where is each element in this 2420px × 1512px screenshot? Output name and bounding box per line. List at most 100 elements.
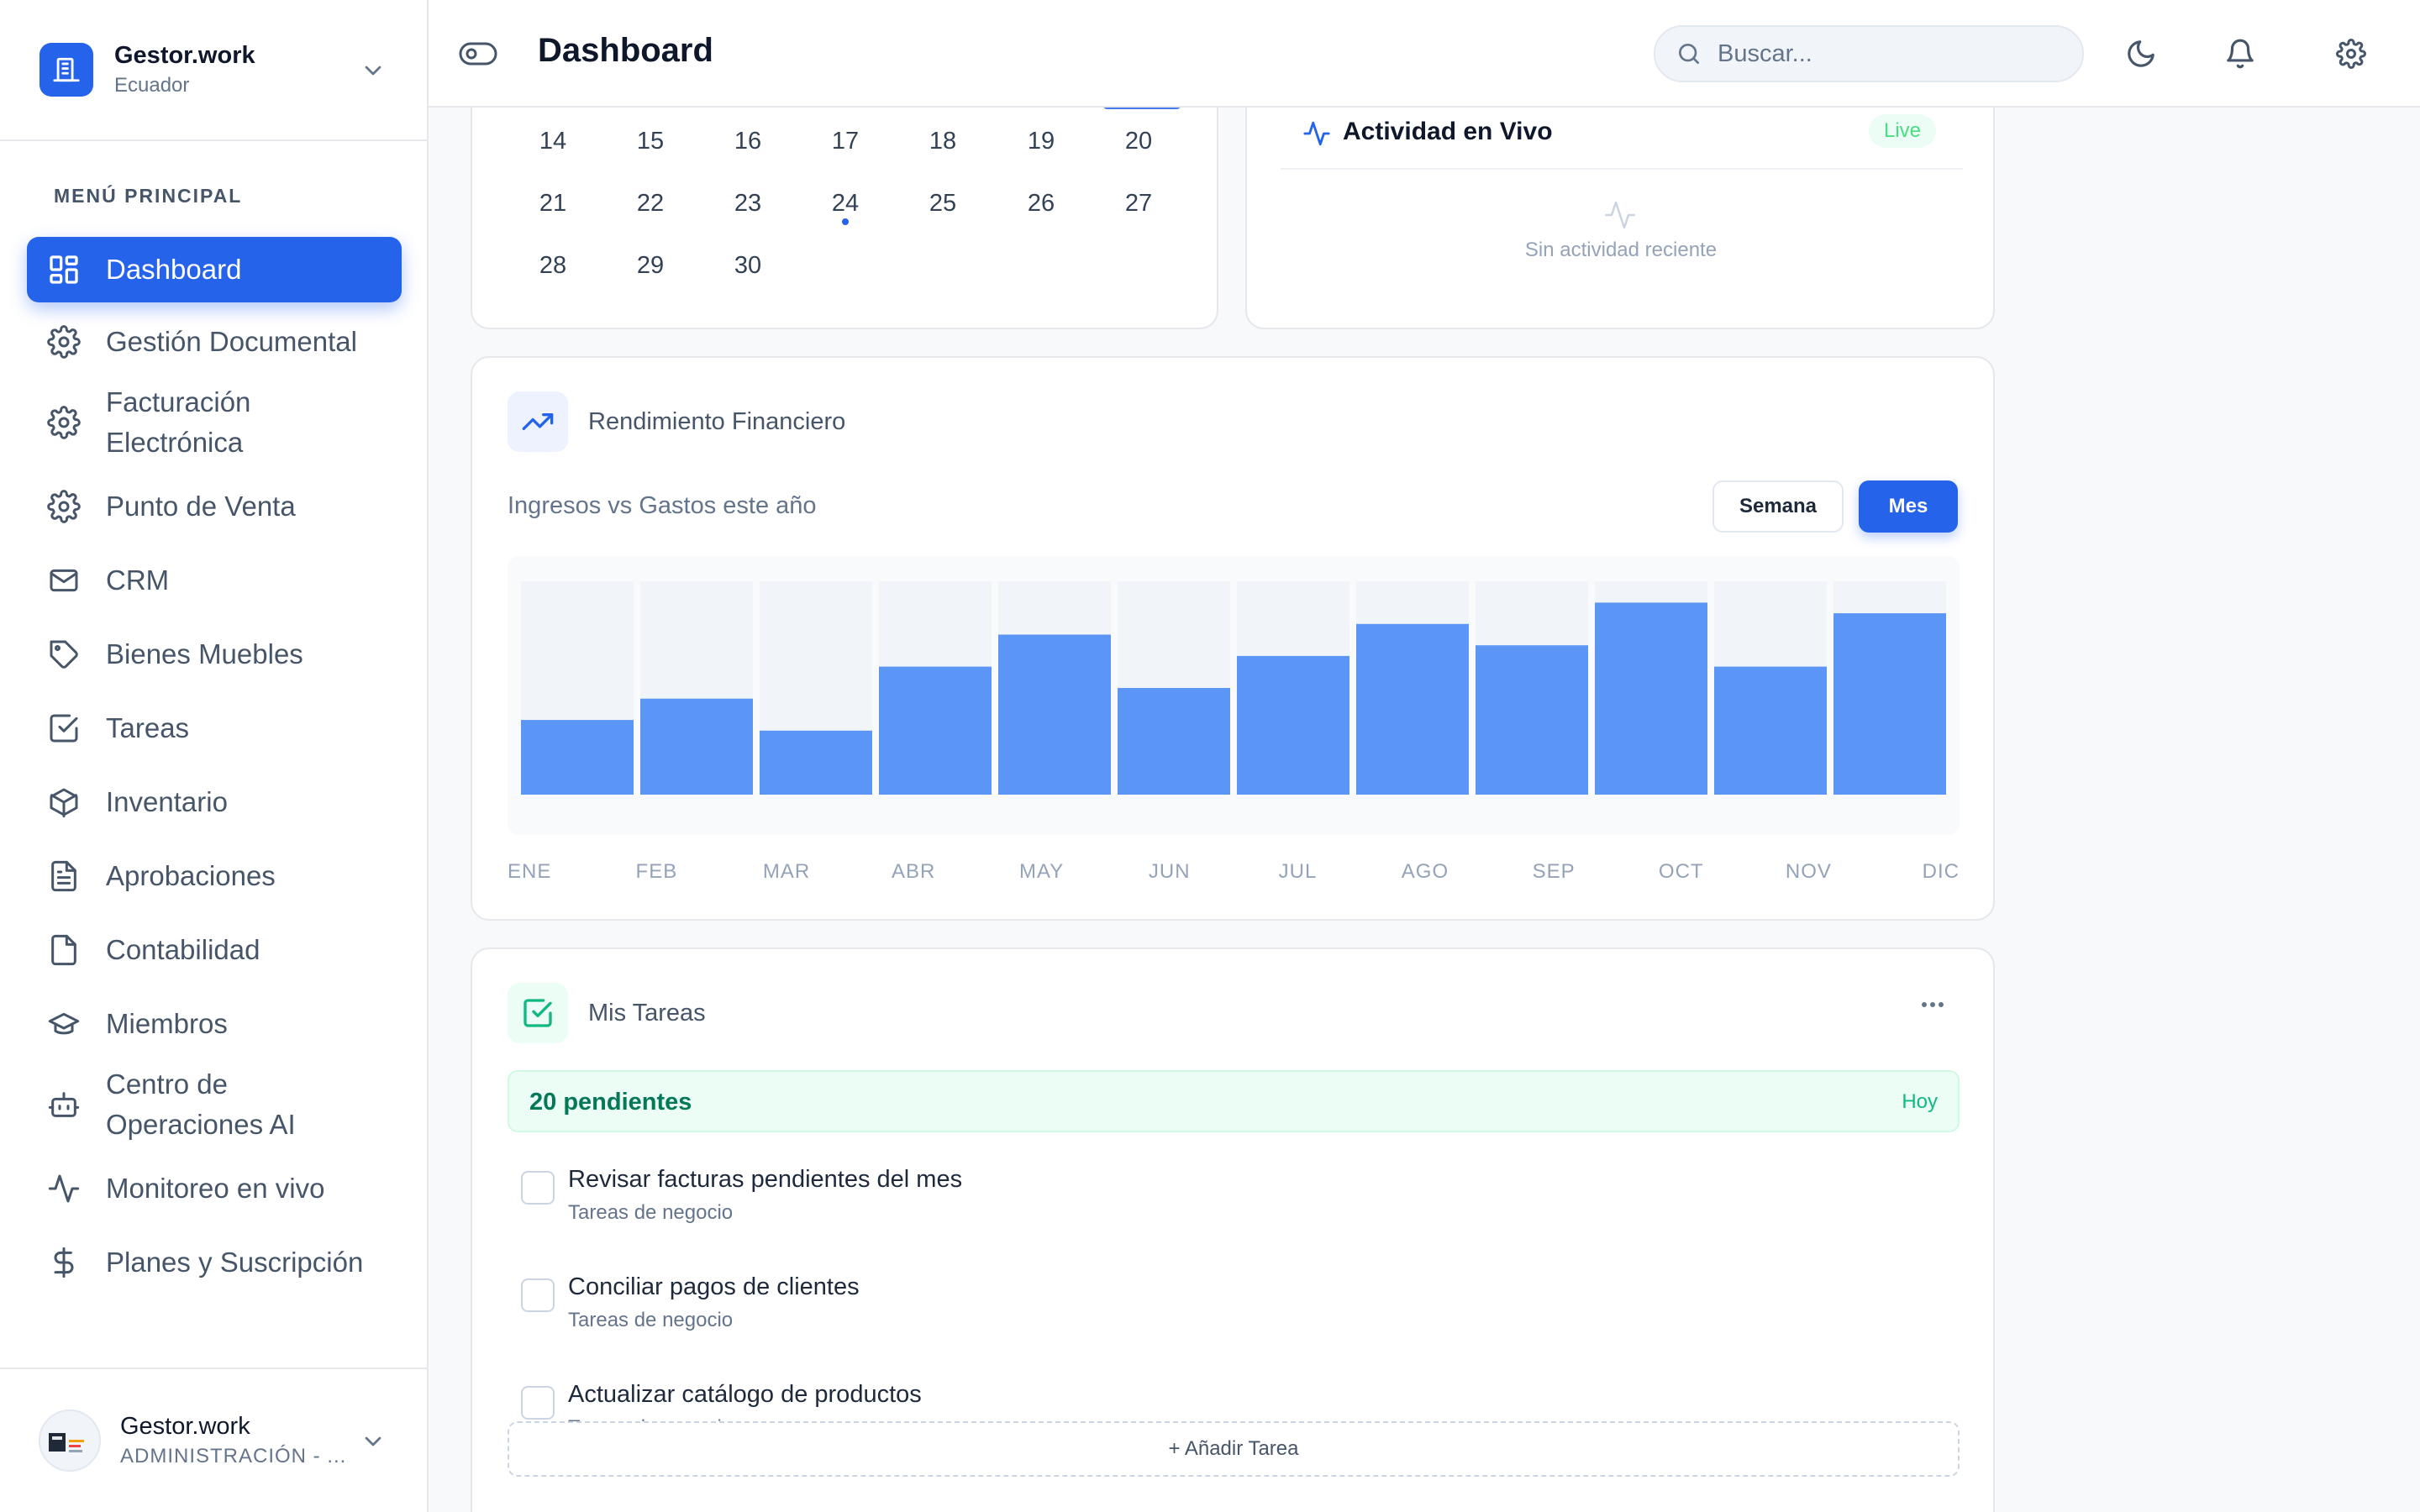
sidebar-item-contabilidad[interactable]: Contabilidad <box>27 917 402 983</box>
tag-icon <box>45 638 82 671</box>
sidebar-item-gestion-documental[interactable]: Gestión Documental <box>27 309 402 375</box>
card-title: Mis Tareas <box>588 1000 706 1026</box>
sidebar-item-aprobaciones[interactable]: Aprobaciones <box>27 843 402 909</box>
bell-icon <box>2224 38 2256 70</box>
divider <box>1281 168 1963 170</box>
task-name: Actualizar catálogo de productos <box>568 1381 922 1408</box>
user-menu[interactable]: Gestor.work ADMINISTRACIÓN - ... <box>0 1368 427 1512</box>
calendar-day[interactable]: 26 <box>1007 190 1075 218</box>
bar-oct[interactable] <box>1595 602 1707 795</box>
search-bar[interactable] <box>1654 25 2084 82</box>
sidebar-item-facturacion[interactable]: Facturación Electrónica <box>27 376 402 469</box>
bar-ene[interactable] <box>521 720 634 795</box>
calendar-day[interactable]: 16 <box>714 128 781 155</box>
bar-sep[interactable] <box>1476 645 1588 795</box>
calendar-day[interactable]: 28 <box>519 252 587 280</box>
checkbox-icon <box>45 711 82 745</box>
workspace-switcher[interactable]: Gestor.work Ecuador <box>0 0 427 141</box>
calendar-day[interactable]: 19 <box>1007 128 1075 155</box>
week-tab-button[interactable]: Semana <box>1712 480 1844 533</box>
notifications-button[interactable] <box>2220 34 2260 74</box>
tasks-card: Mis Tareas 20 pendientes Hoy Revisar fac… <box>471 948 1995 1512</box>
sidebar-item-planes[interactable]: Planes y Suscripción <box>27 1230 402 1295</box>
task-category: Tareas de negocio <box>568 1201 734 1224</box>
bar-feb[interactable] <box>640 698 753 795</box>
user-name: Gestor.work <box>120 1413 250 1440</box>
calendar-day[interactable]: 14 <box>519 128 587 155</box>
task-checkbox[interactable] <box>521 1171 555 1205</box>
today-label: Hoy <box>1902 1090 1938 1113</box>
sidebar-item-label: Monitoreo en vivo <box>106 1173 325 1204</box>
task-checkbox[interactable] <box>521 1278 555 1312</box>
sidebar-item-centro-operaciones-ai[interactable]: Centro de Operaciones AI <box>27 1058 402 1151</box>
calendar-day[interactable]: 21 <box>519 190 587 218</box>
month-tab-button[interactable]: Mes <box>1859 480 1958 533</box>
calendar-day[interactable]: 17 <box>812 128 879 155</box>
task-name: Revisar facturas pendientes del mes <box>568 1166 963 1193</box>
search-input[interactable] <box>1718 39 2054 68</box>
calendar-day[interactable]: 29 <box>617 252 684 280</box>
x-tick-label: AGO <box>1401 860 1449 883</box>
calendar-day[interactable]: 22 <box>617 190 684 218</box>
add-task-button[interactable]: + Añadir Tarea <box>508 1421 1960 1477</box>
calendar-day[interactable]: 27 <box>1105 190 1172 218</box>
x-tick-label: SEP <box>1532 860 1576 883</box>
live-activity-title: Actividad en Vivo <box>1343 118 1553 145</box>
bar-mar[interactable] <box>760 730 872 795</box>
chevron-down-icon <box>360 1428 387 1455</box>
document-icon <box>45 859 82 893</box>
avatar <box>39 1410 101 1472</box>
trending-up-icon <box>508 391 568 452</box>
calendar-day[interactable]: 18 <box>909 128 976 155</box>
task-checkbox[interactable] <box>521 1386 555 1420</box>
building-icon <box>39 43 93 97</box>
sidebar-item-punto-de-venta[interactable]: Punto de Venta <box>27 474 402 539</box>
gear-icon <box>45 406 82 439</box>
x-tick-label: ABR <box>891 860 936 883</box>
file-icon <box>45 933 82 967</box>
more-options-icon[interactable] <box>1918 995 1948 1015</box>
bar-abr[interactable] <box>879 666 992 795</box>
sidebar-item-crm[interactable]: CRM <box>27 548 402 613</box>
sidebar-item-inventario[interactable]: Inventario <box>27 769 402 835</box>
bot-icon <box>45 1088 82 1121</box>
bar-jun[interactable] <box>1118 688 1230 795</box>
sidebar-item-bienes-muebles[interactable]: Bienes Muebles <box>27 622 402 687</box>
pending-count: 20 pendientes <box>529 1089 692 1116</box>
x-tick-label: MAR <box>762 860 811 883</box>
empty-state-text: Sin actividad reciente <box>1524 239 1718 261</box>
calendar-day[interactable]: 30 <box>714 252 781 280</box>
bar-dic[interactable] <box>1833 613 1946 795</box>
sidebar-item-label: Planes y Suscripción <box>106 1247 364 1278</box>
sidebar-toggle-icon[interactable] <box>459 39 497 69</box>
live-badge: Live <box>1869 114 1937 148</box>
dark-mode-button[interactable] <box>2121 34 2161 74</box>
page-title: Dashboard <box>538 32 713 69</box>
calendar-day[interactable]: 23 <box>714 190 781 218</box>
bar-may[interactable] <box>998 634 1111 795</box>
settings-button[interactable] <box>2331 34 2371 74</box>
sidebar-item-dashboard[interactable]: Dashboard <box>27 237 402 302</box>
x-tick-label: NOV <box>1785 860 1832 883</box>
today-dot <box>842 218 849 225</box>
calendar-day[interactable]: 15 <box>617 128 684 155</box>
bar-jul[interactable] <box>1237 655 1349 795</box>
activity-icon <box>1302 119 1331 148</box>
brand-subtitle: Ecuador <box>114 74 190 97</box>
dollar-icon <box>45 1246 82 1279</box>
calendar-day-today[interactable]: 24 <box>812 190 879 218</box>
activity-icon <box>45 1172 82 1205</box>
gear-icon <box>2336 39 2366 69</box>
pending-summary: 20 pendientes Hoy <box>508 1070 1960 1132</box>
calendar-day[interactable]: 25 <box>909 190 976 218</box>
bar-ago[interactable] <box>1356 623 1469 795</box>
calendar-day[interactable]: 20 <box>1105 128 1172 155</box>
sidebar-item-monitoreo[interactable]: Monitoreo en vivo <box>27 1156 402 1221</box>
card-title: Rendimiento Financiero <box>588 408 846 435</box>
search-icon <box>1676 40 1702 67</box>
bar-nov[interactable] <box>1714 666 1827 795</box>
sidebar-item-tareas[interactable]: Tareas <box>27 696 402 761</box>
gear-icon <box>45 490 82 523</box>
package-icon <box>45 785 82 819</box>
sidebar-item-miembros[interactable]: Miembros <box>27 991 402 1057</box>
